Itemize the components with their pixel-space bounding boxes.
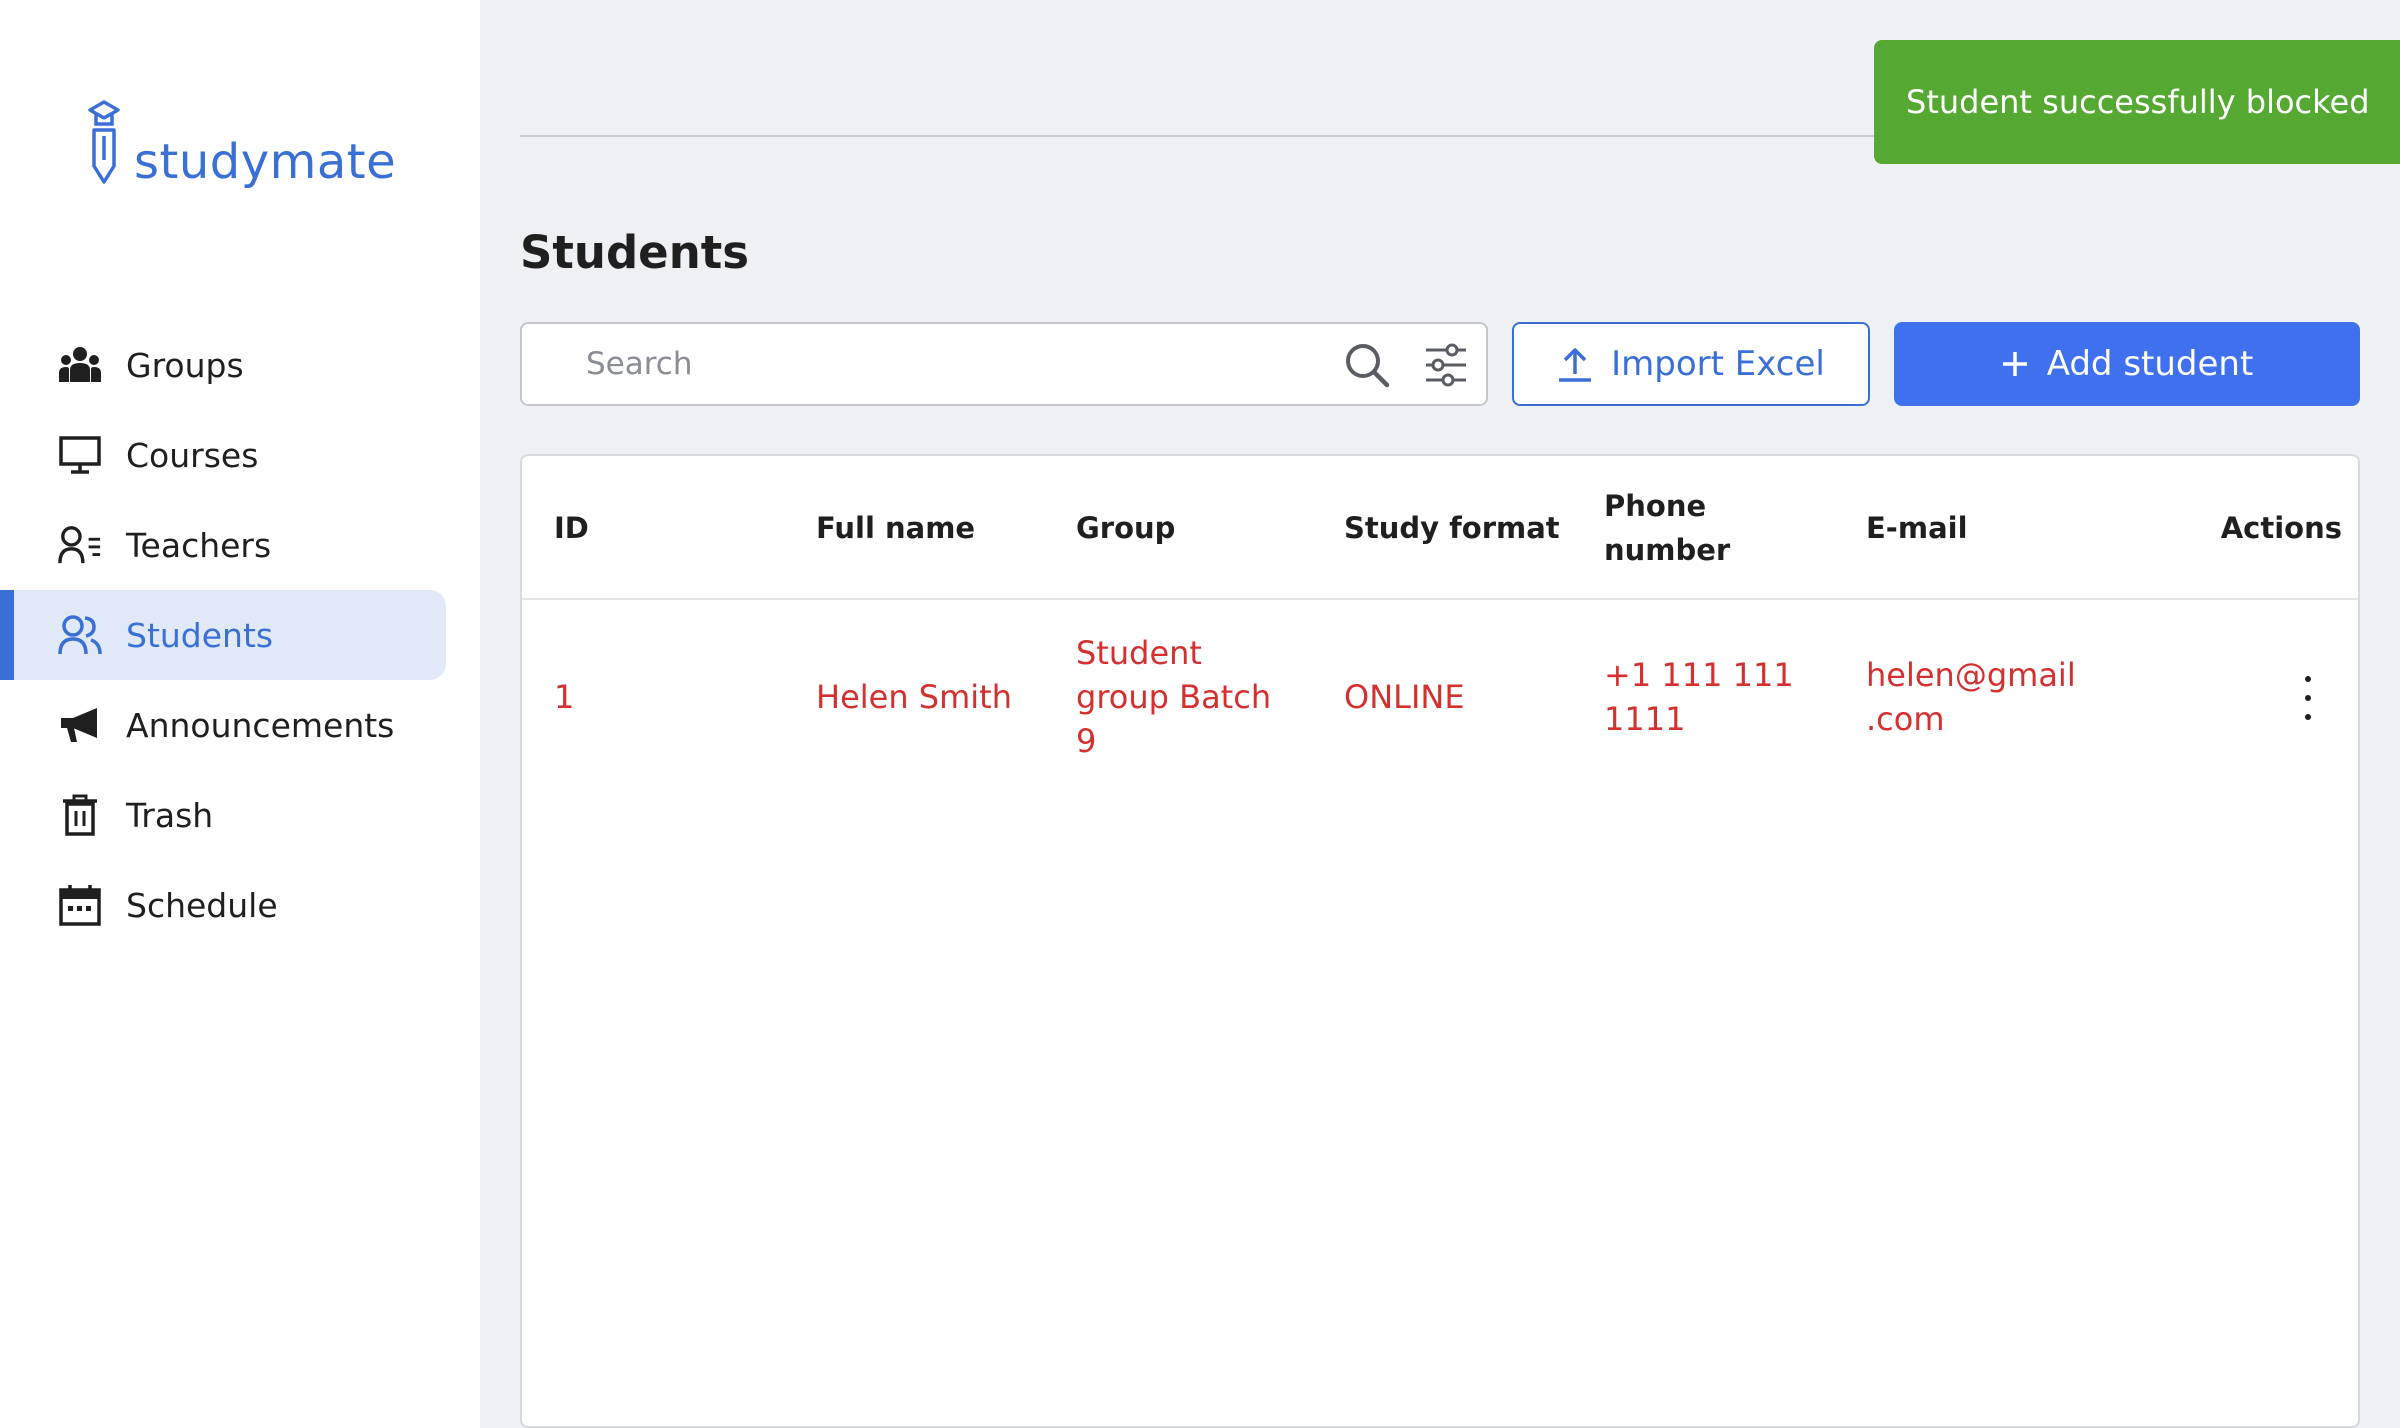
column-header-study-format: Study format	[1344, 511, 1560, 545]
toast-message: Student successfully blocked	[1906, 83, 2370, 121]
sidebar-item-teachers[interactable]: Teachers	[0, 500, 480, 590]
add-student-label: Add student	[2046, 344, 2254, 384]
search-box	[520, 322, 1488, 406]
import-excel-button[interactable]: Import Excel	[1512, 322, 1870, 406]
column-header-group: Group	[1076, 511, 1176, 545]
page-title: Students	[520, 226, 750, 279]
students-table: ID Full name Group Study format Phone nu…	[520, 454, 2360, 1428]
calendar-icon	[58, 883, 102, 927]
graduation-pencil-icon	[88, 100, 120, 184]
sidebar-item-label: Courses	[126, 435, 259, 475]
column-header-email: E-mail	[1866, 511, 1968, 545]
sidebar-item-trash[interactable]: Trash	[0, 770, 480, 860]
cell-full-name: Helen Smith	[816, 678, 1012, 716]
trash-icon	[58, 793, 102, 837]
sidebar-item-label: Schedule	[126, 885, 278, 925]
sidebar-item-label: Teachers	[126, 525, 272, 565]
column-header-phone-number: Phone number	[1604, 489, 1731, 567]
column-header-id: ID	[554, 511, 589, 545]
sidebar-item-students[interactable]: Students	[0, 590, 480, 680]
cell-id: 1	[554, 678, 575, 716]
teacher-icon	[58, 523, 102, 567]
table-header: ID Full name Group Study format Phone nu…	[522, 456, 2358, 600]
sidebar-item-label: Students	[126, 615, 274, 655]
upload-icon	[1557, 346, 1593, 382]
column-header-full-name: Full name	[816, 511, 976, 545]
sidebar-item-schedule[interactable]: Schedule	[0, 860, 480, 950]
cell-study-format: ONLINE	[1344, 678, 1465, 716]
search-icon[interactable]	[1344, 342, 1390, 388]
cell-email: helen@gmail .com	[1866, 656, 2076, 738]
sidebar: studymate Groups Courses Teachers Studen…	[0, 0, 480, 1428]
cell-phone: +1 111 111 1111	[1604, 656, 1794, 738]
sidebar-item-label: Announcements	[126, 705, 395, 745]
sidebar-item-label: Groups	[126, 345, 244, 385]
sidebar-item-label: Trash	[126, 795, 214, 835]
studymate-logo[interactable]: studymate	[84, 96, 396, 188]
monitor-icon	[58, 433, 102, 477]
students-icon	[58, 613, 102, 657]
plus-icon	[2001, 350, 2029, 378]
filter-sliders-icon[interactable]	[1424, 342, 1468, 388]
table-row[interactable]: 1 Helen Smith Student group Batch 9 ONLI…	[522, 602, 2358, 792]
import-excel-label: Import Excel	[1611, 344, 1825, 384]
megaphone-icon	[58, 703, 102, 747]
cell-group: Student group Batch 9	[1076, 634, 1272, 760]
sidebar-item-announcements[interactable]: Announcements	[0, 680, 480, 770]
success-toast: Student successfully blocked	[1874, 40, 2400, 164]
add-student-button[interactable]: Add student	[1894, 322, 2360, 406]
brand-name: studymate	[134, 134, 397, 190]
search-input[interactable]	[586, 342, 1226, 386]
column-header-actions: Actions	[2220, 511, 2342, 545]
groups-icon	[58, 343, 102, 387]
sidebar-item-courses[interactable]: Courses	[0, 410, 480, 500]
row-actions-more-icon[interactable]	[2298, 676, 2318, 720]
sidebar-nav: Groups Courses Teachers Students Announc…	[0, 320, 480, 950]
sidebar-item-groups[interactable]: Groups	[0, 320, 480, 410]
